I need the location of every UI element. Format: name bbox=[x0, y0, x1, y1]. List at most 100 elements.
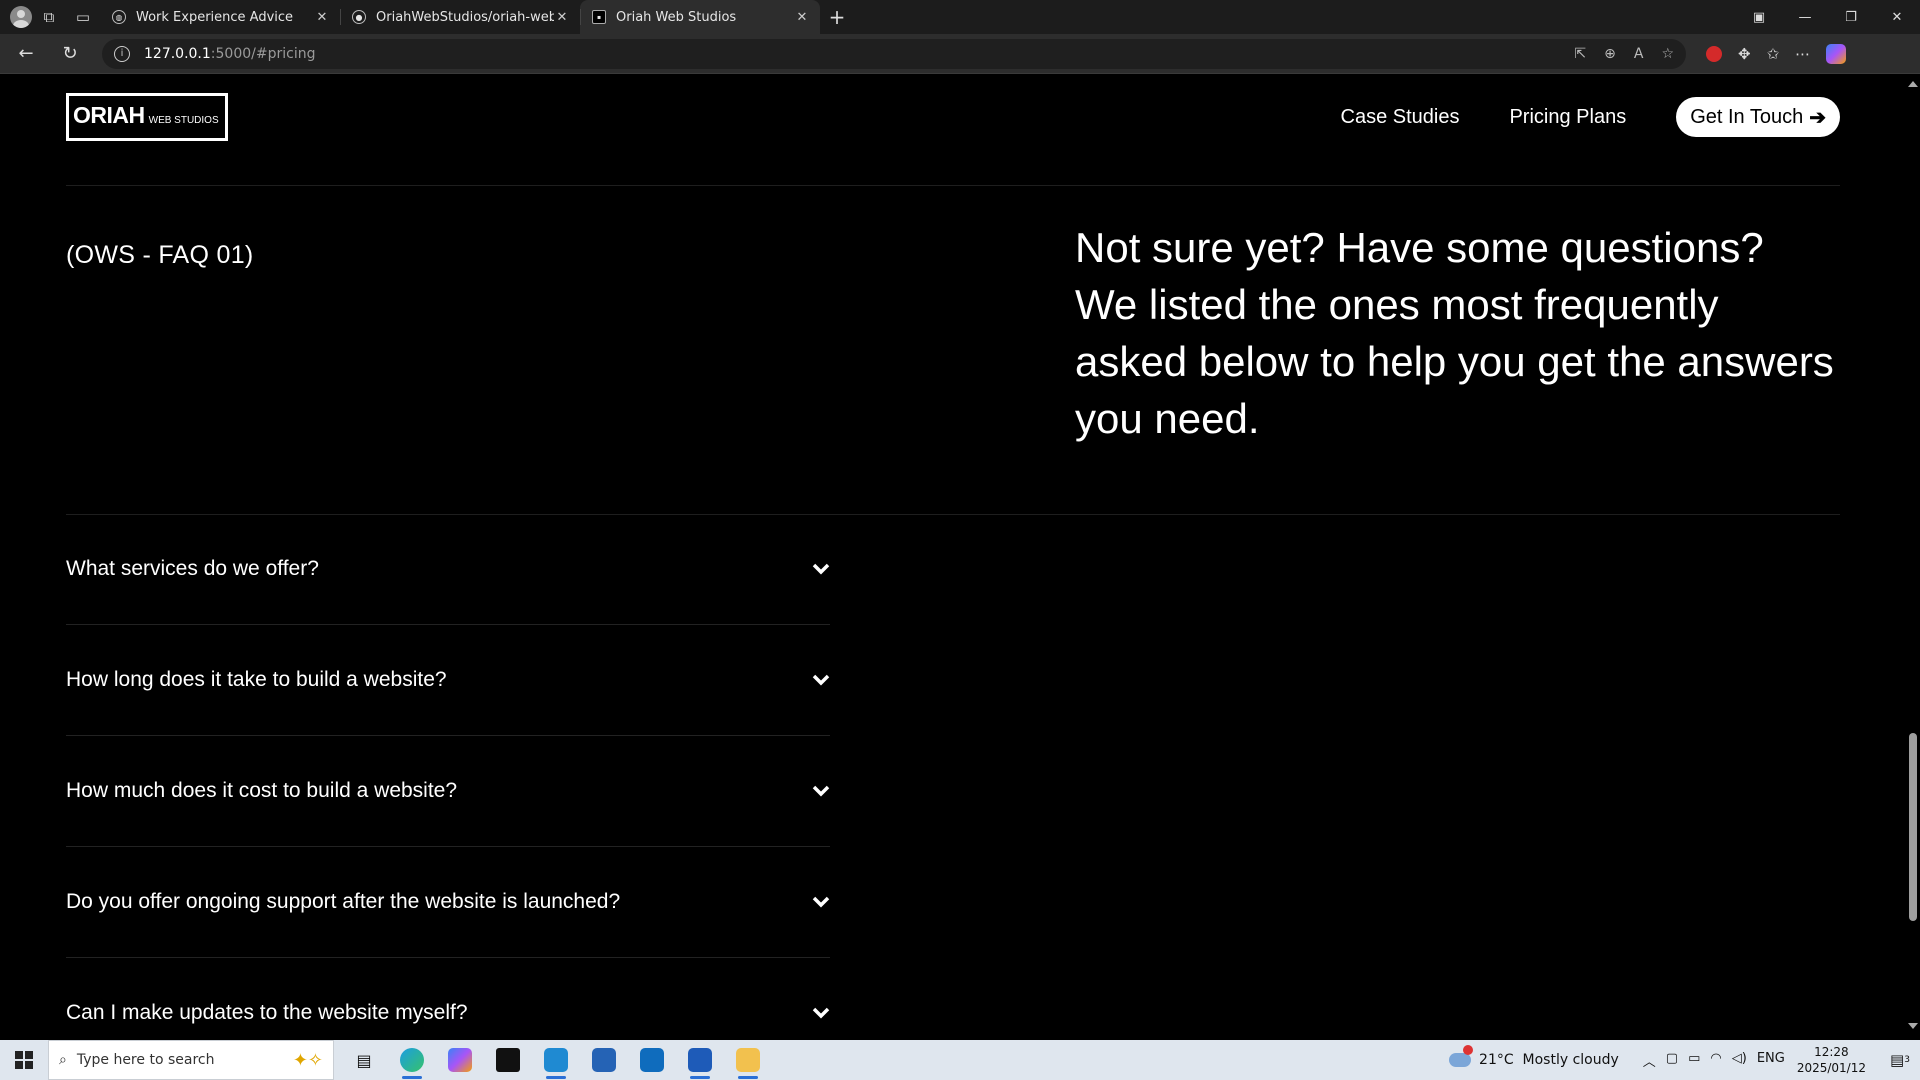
chevron-down-icon[interactable] bbox=[812, 893, 830, 911]
faq-list: What services do we offer? How long does… bbox=[66, 514, 830, 1035]
faq-item[interactable]: Can I make updates to the website myself… bbox=[66, 958, 830, 1035]
tab-oriah-web-studios[interactable]: ▪ Oriah Web Studios ✕ bbox=[580, 0, 820, 34]
refresh-icon[interactable]: ↻ bbox=[52, 38, 88, 70]
more-menu-icon[interactable]: ⋯ bbox=[1795, 45, 1810, 63]
faq-item[interactable]: Do you offer ongoing support after the w… bbox=[66, 847, 830, 958]
search-placeholder: Type here to search bbox=[76, 1052, 215, 1068]
scroll-up-icon[interactable] bbox=[1908, 81, 1918, 87]
faq-item[interactable]: How much does it cost to build a website… bbox=[66, 736, 830, 847]
close-tab-icon[interactable]: ✕ bbox=[554, 10, 570, 25]
url-host: 127.0.0.1 bbox=[144, 45, 211, 62]
tab-github[interactable]: ● OriahWebStudios/oriah-web-studios ✕ bbox=[340, 0, 580, 34]
profile-avatar-icon[interactable] bbox=[10, 6, 32, 28]
chevron-down-icon[interactable] bbox=[812, 1004, 830, 1022]
clock-time: 12:28 bbox=[1814, 1045, 1849, 1059]
wifi-icon[interactable]: ◠ bbox=[1710, 1051, 1721, 1070]
site-logo[interactable]: ORIAH WEB STUDIOS bbox=[66, 93, 228, 141]
sparkle-icon: ✦✧ bbox=[292, 1049, 323, 1071]
minimize-icon[interactable]: — bbox=[1782, 0, 1828, 34]
extension-red-icon[interactable] bbox=[1706, 45, 1722, 62]
edge-browser-icon[interactable] bbox=[388, 1040, 436, 1080]
page-scrollbar[interactable] bbox=[1904, 75, 1920, 1035]
faq-item[interactable]: What services do we offer? bbox=[66, 514, 830, 625]
workspaces-icon[interactable]: ⧉ bbox=[32, 0, 66, 34]
zoom-icon[interactable]: ⊕ bbox=[1604, 46, 1616, 62]
taskbar-search-box[interactable]: ⌕ Type here to search ✦✧ bbox=[48, 1040, 334, 1080]
volume-icon[interactable]: ◁) bbox=[1732, 1051, 1747, 1070]
browser-tab-bar: ⧉ ▭ ◍ Work Experience Advice ✕ ● OriahWe… bbox=[0, 0, 1920, 34]
favorite-star-icon[interactable]: ☆ bbox=[1661, 46, 1674, 62]
tab-work-experience[interactable]: ◍ Work Experience Advice ✕ bbox=[100, 0, 340, 34]
outlook-icon[interactable] bbox=[628, 1040, 676, 1080]
weather-desc: Mostly cloudy bbox=[1522, 1052, 1619, 1068]
main-nav: Case Studies Pricing Plans Get In Touch … bbox=[1341, 97, 1840, 137]
close-window-icon[interactable]: ✕ bbox=[1874, 0, 1920, 34]
restore-icon[interactable]: ❐ bbox=[1828, 0, 1874, 34]
close-tab-icon[interactable]: ✕ bbox=[794, 10, 810, 25]
back-icon[interactable]: ← bbox=[8, 38, 44, 70]
faq-item[interactable]: How long does it take to build a website… bbox=[66, 625, 830, 736]
system-tray: 21°C Mostly cloudy ︿ ▢ ▭ ◠ ◁) ENG 12:28 … bbox=[1449, 1040, 1920, 1080]
meet-now-icon[interactable]: ▢ bbox=[1666, 1051, 1678, 1070]
task-view-icon[interactable]: ▤ bbox=[340, 1040, 388, 1080]
chevron-down-icon[interactable] bbox=[812, 782, 830, 800]
vertical-tabs-icon[interactable]: ▭ bbox=[66, 0, 100, 34]
clock[interactable]: 12:28 2025/01/12 bbox=[1797, 1044, 1866, 1076]
faq-section-tag: (OWS - FAQ 01) bbox=[66, 241, 254, 269]
faq-question: How much does it cost to build a website… bbox=[66, 779, 458, 802]
chevron-down-icon[interactable] bbox=[812, 560, 830, 578]
globe-icon: ◍ bbox=[112, 10, 126, 24]
scrollbar-thumb[interactable] bbox=[1909, 733, 1917, 921]
ows-favicon-icon: ▪ bbox=[592, 10, 606, 24]
tab-actions-icon[interactable]: ▣ bbox=[1736, 0, 1782, 34]
taskbar-apps: ▤ bbox=[340, 1040, 772, 1080]
store-icon[interactable] bbox=[580, 1040, 628, 1080]
logo-text-main: ORIAH bbox=[73, 102, 145, 128]
close-tab-icon[interactable]: ✕ bbox=[314, 10, 330, 25]
read-aloud-icon[interactable]: A bbox=[1634, 46, 1644, 62]
faq-question: Do you offer ongoing support after the w… bbox=[66, 890, 621, 913]
copilot-app-icon[interactable] bbox=[436, 1040, 484, 1080]
new-tab-button[interactable]: + bbox=[820, 5, 854, 29]
notification-count: 3 bbox=[1904, 1055, 1910, 1065]
cloud-icon bbox=[1449, 1045, 1474, 1067]
cta-label: Get In Touch bbox=[1690, 105, 1804, 128]
windows-start-icon[interactable] bbox=[0, 1040, 48, 1080]
faq-question: How long does it take to build a website… bbox=[66, 668, 447, 691]
url-path: :5000/#pricing bbox=[210, 45, 316, 62]
ows-app-icon[interactable] bbox=[484, 1040, 532, 1080]
address-bar[interactable]: i 127.0.0.1:5000/#pricing ⇱ ⊕ A ☆ bbox=[102, 38, 1686, 69]
arrow-right-icon: ➔ bbox=[1809, 106, 1826, 129]
window-controls: ▣ — ❐ ✕ bbox=[1736, 0, 1920, 34]
site-header: ORIAH WEB STUDIOS Case Studies Pricing P… bbox=[66, 87, 1840, 147]
get-in-touch-button[interactable]: Get In Touch ➔ bbox=[1676, 97, 1840, 137]
chevron-up-icon[interactable]: ︿ bbox=[1643, 1051, 1656, 1070]
tray-icons: ︿ ▢ ▭ ◠ ◁) ENG bbox=[1643, 1051, 1785, 1070]
language-indicator[interactable]: ENG bbox=[1757, 1051, 1785, 1070]
extensions-puzzle-icon[interactable]: ✥ bbox=[1738, 45, 1751, 63]
copilot-icon[interactable] bbox=[1826, 43, 1847, 64]
nav-pricing-plans-link[interactable]: Pricing Plans bbox=[1509, 106, 1626, 129]
chevron-down-icon[interactable] bbox=[812, 671, 830, 689]
tab-title: OriahWebStudios/oriah-web-studios bbox=[376, 9, 554, 25]
open-in-app-icon[interactable]: ⇱ bbox=[1574, 46, 1586, 62]
weather-widget[interactable]: 21°C Mostly cloudy bbox=[1449, 1045, 1619, 1068]
clock-date: 2025/01/12 bbox=[1796, 1061, 1866, 1075]
nav-case-studies-link[interactable]: Case Studies bbox=[1341, 106, 1460, 129]
notifications-icon[interactable]: ▤ 3 bbox=[1880, 1051, 1920, 1069]
weather-temp: 21°C bbox=[1479, 1052, 1514, 1068]
battery-icon[interactable]: ▭ bbox=[1688, 1051, 1700, 1070]
divider bbox=[66, 185, 1840, 186]
word-icon[interactable] bbox=[676, 1040, 724, 1080]
omnibox-tools: ⇱ ⊕ A ☆ bbox=[1574, 46, 1674, 62]
faq-intro-heading: Not sure yet? Have some questions? We li… bbox=[1075, 224, 1834, 442]
scroll-down-icon[interactable] bbox=[1908, 1023, 1918, 1029]
browser-toolbar: ← ↻ i 127.0.0.1:5000/#pricing ⇱ ⊕ A ☆ ✥ … bbox=[0, 34, 1920, 74]
tab-title: Oriah Web Studios bbox=[616, 9, 737, 25]
site-info-icon[interactable]: i bbox=[114, 45, 130, 62]
vscode-icon[interactable] bbox=[532, 1040, 580, 1080]
file-explorer-icon[interactable] bbox=[724, 1040, 772, 1080]
extensions-area: ✥ ✩ ⋯ bbox=[1706, 43, 1847, 64]
search-icon: ⌕ bbox=[59, 1052, 67, 1068]
favorites-icon[interactable]: ✩ bbox=[1767, 45, 1780, 63]
